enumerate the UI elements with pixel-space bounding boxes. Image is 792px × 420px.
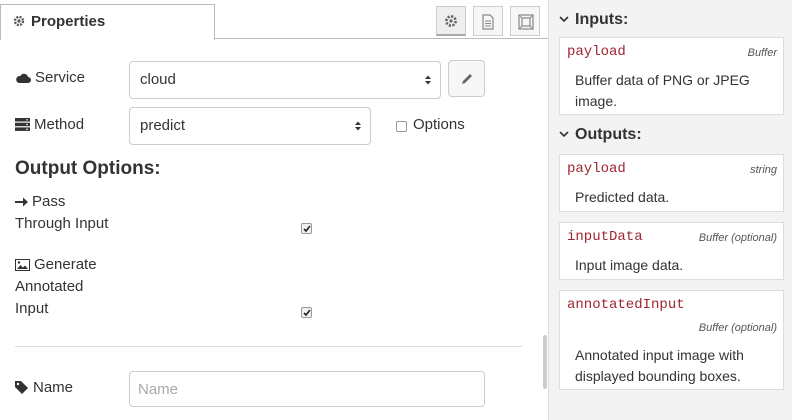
method-select[interactable]: predict <box>129 107 371 145</box>
property-description-line1: Annotated input image with <box>575 347 744 363</box>
outputs-heading-text: Outputs: <box>575 126 642 143</box>
cog-icon <box>445 15 457 27</box>
pass-through-label-line1: Pass <box>32 193 66 210</box>
image-icon <box>15 259 30 271</box>
output-property-annotatedinput: annotatedInput Buffer (optional) Annotat… <box>559 290 784 390</box>
divider <box>15 346 522 347</box>
property-name: inputData <box>567 229 643 245</box>
property-type: Buffer (optional) <box>698 322 777 334</box>
tag-icon <box>15 381 28 394</box>
property-type: string <box>750 164 777 176</box>
help-pane: Inputs: payload Buffer Buffer data of PN… <box>552 0 792 420</box>
file-icon <box>482 14 494 30</box>
property-description: Annotated input image with displayed bou… <box>575 345 775 387</box>
output-options-heading: Output Options: <box>15 158 161 179</box>
annotated-label-line2: Annotated <box>15 278 84 295</box>
edit-service-button[interactable] <box>448 60 485 97</box>
cloud-icon <box>16 73 31 83</box>
name-label: Name <box>15 379 73 396</box>
scrollbar[interactable] <box>543 335 547 389</box>
name-label-text: Name <box>33 379 74 396</box>
checkmark-icon <box>303 225 311 233</box>
pencil-icon <box>462 74 472 84</box>
property-description-line1: Buffer data of PNG or JPEG <box>575 72 750 88</box>
pass-through-label: Pass <box>15 193 65 210</box>
pass-through-checkbox[interactable] <box>301 223 312 234</box>
tab-properties[interactable]: Properties <box>0 4 215 40</box>
property-name: annotatedInput <box>567 297 685 313</box>
method-label-text: Method <box>34 116 85 133</box>
arrow-right-icon <box>15 197 28 207</box>
output-property-payload: payload string Predicted data. <box>559 154 784 212</box>
annotated-label: Generate <box>15 256 97 273</box>
method-options-label: Options <box>413 116 465 133</box>
property-type: Buffer <box>747 47 777 59</box>
select-arrows-icon <box>425 75 431 85</box>
appearance-tab-button[interactable] <box>510 6 540 36</box>
property-type: Buffer (optional) <box>698 232 777 244</box>
method-options-checkbox[interactable] <box>396 121 407 132</box>
select-arrows-icon <box>355 121 361 131</box>
property-description: Input image data. <box>575 257 684 273</box>
tab-bar: Properties <box>0 0 548 40</box>
outputs-heading[interactable]: Outputs: <box>559 126 642 144</box>
properties-pane: Properties Service cloud Method predict … <box>0 0 548 420</box>
service-select-value: cloud <box>140 71 176 88</box>
property-description-line2: displayed bounding boxes. <box>575 368 741 384</box>
service-label: Service <box>15 69 85 86</box>
tab-properties-label: Properties <box>31 13 106 30</box>
property-name: payload <box>567 161 626 177</box>
description-tab-button[interactable] <box>473 6 503 36</box>
annotated-checkbox[interactable] <box>301 307 312 318</box>
server-icon <box>15 118 30 131</box>
property-description-line2: image. <box>575 93 618 109</box>
settings-tab-button[interactable] <box>436 6 466 36</box>
annotated-label-line1: Generate <box>34 256 97 273</box>
name-input[interactable] <box>129 371 485 407</box>
chevron-down-icon <box>559 16 569 23</box>
inputs-heading-text: Inputs: <box>575 11 629 28</box>
input-property-payload: payload Buffer Buffer data of PNG or JPE… <box>559 37 784 115</box>
checkmark-icon <box>303 309 311 317</box>
method-label: Method <box>15 116 84 133</box>
output-property-inputdata: inputData Buffer (optional) Input image … <box>559 222 784 280</box>
chevron-down-icon <box>559 131 569 138</box>
service-select[interactable]: cloud <box>129 61 441 99</box>
inputs-heading[interactable]: Inputs: <box>559 11 628 29</box>
frame-icon <box>518 14 534 30</box>
cog-icon <box>13 6 25 27</box>
property-description: Predicted data. <box>575 189 670 205</box>
pass-through-label-line2: Through Input <box>15 215 109 232</box>
service-label-text: Service <box>35 69 86 86</box>
property-name: payload <box>567 44 626 60</box>
annotated-label-line3: Input <box>15 300 49 317</box>
tab-divider <box>215 38 548 39</box>
method-select-value: predict <box>140 117 186 134</box>
property-description: Buffer data of PNG or JPEG image. <box>575 70 775 112</box>
